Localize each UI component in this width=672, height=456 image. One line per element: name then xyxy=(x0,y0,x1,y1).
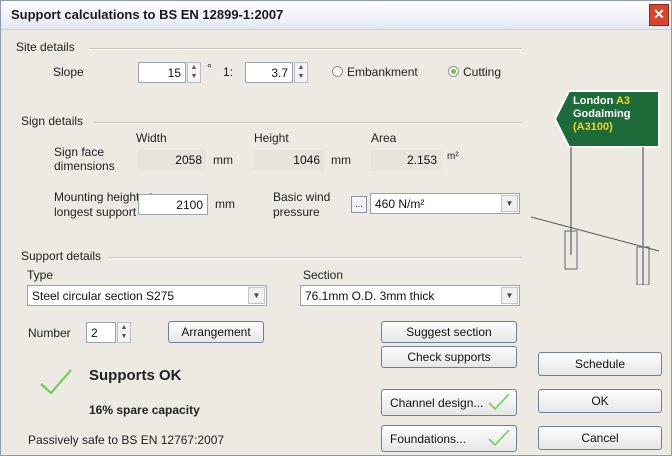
width-label: Width xyxy=(136,131,167,145)
check-icon xyxy=(488,393,510,414)
embankment-radio[interactable] xyxy=(332,66,343,77)
check-supports-button[interactable]: Check supports xyxy=(381,346,517,368)
area-value: 2.153 xyxy=(371,150,441,171)
check-icon xyxy=(39,367,73,395)
support-type-value: Steel circular section S275 xyxy=(32,289,175,303)
suggest-section-button[interactable]: Suggest section xyxy=(381,321,517,343)
height-value: 1046 xyxy=(254,150,324,171)
wind-pressure-label: Basic wind pressure xyxy=(273,190,331,219)
sign-destination-2: Godalming xyxy=(573,108,631,120)
support-separator xyxy=(108,257,521,259)
height-unit: mm xyxy=(331,153,351,167)
wind-pressure-value: 460 N/m² xyxy=(375,197,425,211)
sign-diagram: London A3 Godalming (A3100) xyxy=(530,85,671,286)
embankment-label: Embankment xyxy=(347,65,418,79)
area-unit: m² xyxy=(447,151,459,162)
passively-safe-note: Passively safe to BS EN 12767:2007 xyxy=(28,433,225,447)
sign-text: London A3 Godalming (A3100) xyxy=(573,95,630,134)
wind-pressure-picker-button[interactable]: ... xyxy=(351,196,367,213)
close-button[interactable]: ✕ xyxy=(649,4,669,26)
number-spinner[interactable]: ▲ ▼ xyxy=(117,322,131,343)
spare-capacity: 16% spare capacity xyxy=(89,403,200,417)
cutting-radio[interactable] xyxy=(448,66,459,77)
height-label: Height xyxy=(254,131,289,145)
section-select[interactable]: 76.1mm O.D. 3mm thick ▼ xyxy=(300,285,520,306)
ratio-prefix: 1: xyxy=(223,65,234,79)
site-separator xyxy=(89,48,521,50)
slope-degrees-field[interactable]: 15 xyxy=(138,62,186,83)
channel-design-button[interactable]: Channel design... xyxy=(381,389,517,416)
sign-face-label: Sign face dimensions xyxy=(54,145,115,173)
area-label: Area xyxy=(371,131,397,145)
sign-details-heading: Sign details xyxy=(21,114,84,128)
supports-status: Supports OK xyxy=(89,367,182,384)
chevron-down-icon[interactable]: ▼ xyxy=(248,287,265,304)
arrangement-button[interactable]: Arrangement xyxy=(168,321,264,343)
foundations-button[interactable]: Foundations... xyxy=(381,425,517,452)
support-type-select[interactable]: Steel circular section S275 ▼ xyxy=(27,285,267,306)
type-label: Type xyxy=(27,268,54,282)
chevron-down-icon[interactable]: ▼ xyxy=(501,195,518,212)
sign-route-1: A3 xyxy=(615,95,631,107)
ok-button[interactable]: OK xyxy=(538,389,662,413)
sign-separator xyxy=(93,122,521,124)
channel-design-label: Channel design... xyxy=(390,396,484,410)
slope-degrees-spinner[interactable]: ▲ ▼ xyxy=(187,62,201,83)
title-bar: Support calculations to BS EN 12899-1:20… xyxy=(1,1,671,30)
foundations-label: Foundations... xyxy=(390,432,467,446)
wind-pressure-select[interactable]: 460 N/m² ▼ xyxy=(370,193,520,214)
chevron-down-icon[interactable]: ▼ xyxy=(501,287,518,304)
number-label: Number xyxy=(28,326,71,340)
width-unit: mm xyxy=(213,153,233,167)
close-icon: ✕ xyxy=(653,6,665,22)
cancel-button[interactable]: Cancel xyxy=(538,426,662,450)
schedule-button[interactable]: Schedule xyxy=(538,352,662,376)
dialog-window: Support calculations to BS EN 12899-1:20… xyxy=(0,0,672,456)
slope-ratio-spinner[interactable]: ▲ ▼ xyxy=(294,62,308,83)
site-details-heading: Site details xyxy=(16,40,75,54)
mounting-height-field[interactable]: 2100 xyxy=(138,194,208,215)
section-label: Section xyxy=(303,268,344,282)
support-details-heading: Support details xyxy=(21,249,102,263)
sign-route-2: (A3100) xyxy=(573,121,613,133)
check-icon xyxy=(488,429,510,450)
cutting-label: Cutting xyxy=(463,65,502,79)
slope-label: Slope xyxy=(53,65,84,79)
sign-destination-1: London xyxy=(573,95,614,107)
mounting-height-unit: mm xyxy=(215,197,235,211)
slope-ratio-field[interactable]: 3.7 xyxy=(245,62,293,83)
degree-symbol: ° xyxy=(207,61,212,75)
section-value: 76.1mm O.D. 3mm thick xyxy=(305,289,435,303)
width-value: 2058 xyxy=(138,150,206,171)
number-field[interactable]: 2 xyxy=(86,322,116,343)
window-title: Support calculations to BS EN 12899-1:20… xyxy=(11,7,284,22)
